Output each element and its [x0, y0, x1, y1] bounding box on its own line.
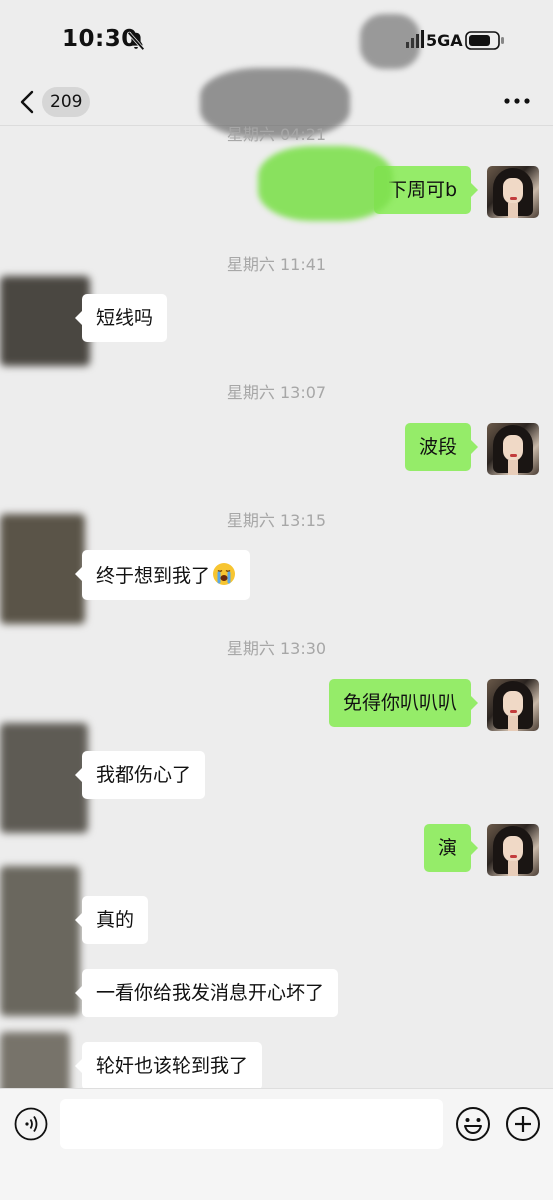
message-bubble-incoming[interactable]: 一看你给我发消息开心坏了 [74, 969, 339, 1017]
bell-slash-icon [127, 31, 145, 51]
emoji-icon[interactable] [455, 1106, 491, 1142]
message-bubble-outgoing[interactable]: 演 [423, 824, 479, 872]
network-type: 5GA [426, 31, 463, 50]
message-bubble-incoming[interactable]: 真的 [74, 896, 149, 944]
message-bubble-incoming[interactable]: 短线吗 [74, 294, 168, 342]
redaction-scribble [360, 14, 420, 69]
more-dots-icon[interactable] [501, 86, 533, 116]
timestamp: 星期六 13:07 [226, 383, 327, 402]
timestamp: 星期六 11:41 [226, 255, 327, 274]
back-button[interactable]: 209 [14, 82, 96, 122]
avatar-self[interactable] [487, 824, 539, 876]
loudly-crying-face-icon [213, 563, 236, 585]
message-input[interactable] [60, 1099, 443, 1149]
chat-messages[interactable]: 星期六 04:21 下周可b 星期六 11:41 短线吗 星期六 13:07 波… [0, 125, 553, 1102]
unread-count-badge: 209 [42, 87, 91, 117]
avatar-self[interactable] [487, 166, 539, 218]
voice-icon[interactable] [14, 1107, 48, 1141]
avatar-contact[interactable] [0, 866, 80, 1016]
chevron-left-icon [20, 90, 34, 114]
input-bar [0, 1088, 553, 1200]
plus-icon[interactable] [505, 1106, 541, 1142]
message-bubble-outgoing[interactable]: 免得你叭叭叭 [328, 679, 479, 727]
timestamp: 星期六 04:21 [226, 125, 327, 144]
avatar-self[interactable] [487, 679, 539, 731]
timestamp: 星期六 13:30 [226, 639, 327, 658]
message-bubble-incoming[interactable]: 轮奸也该轮到我了 [74, 1042, 263, 1090]
message-bubble-outgoing[interactable]: 波段 [404, 423, 479, 471]
avatar-contact[interactable] [0, 514, 85, 624]
battery-icon [465, 31, 504, 50]
message-text: 终于想到我了 [96, 565, 211, 587]
message-bubble-incoming[interactable]: 我都伤心了 [74, 751, 206, 799]
redaction-scribble [258, 146, 393, 221]
avatar-self[interactable] [487, 423, 539, 475]
message-bubble-incoming[interactable]: 终于想到我了 [74, 550, 251, 600]
